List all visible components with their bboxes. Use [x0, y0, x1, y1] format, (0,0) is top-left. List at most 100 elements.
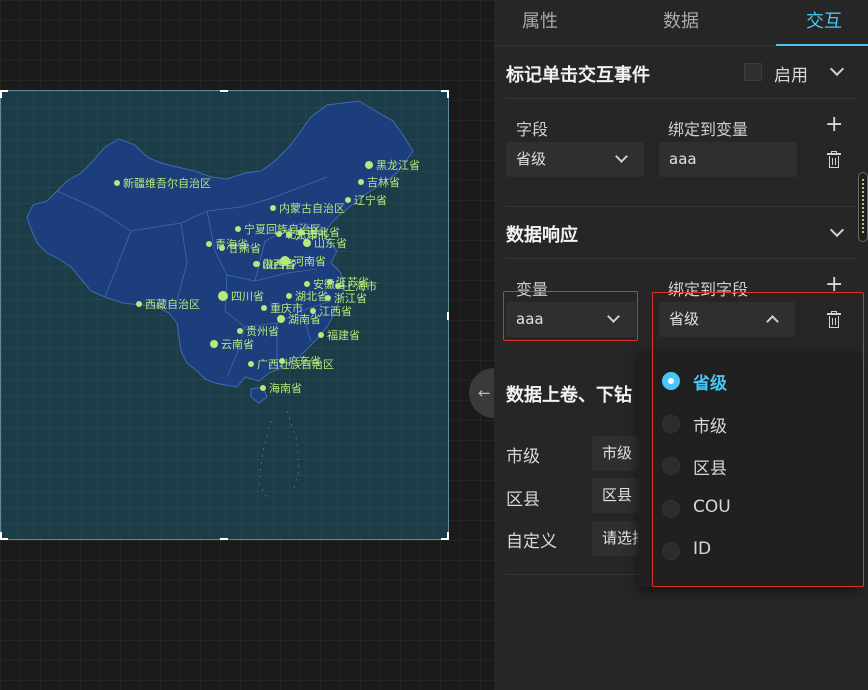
map-widget[interactable]: 黑龙江省吉林省辽宁省新疆维吾尔自治区内蒙古自治区宁夏回族自治区北京市天津市河北省…: [0, 90, 449, 540]
map-marker-label: 陕西省: [263, 257, 296, 271]
chevron-up-icon: [766, 315, 779, 328]
map-marker[interactable]: [279, 358, 285, 364]
map-marker-label: 黑龙江省: [376, 159, 420, 172]
map-marker[interactable]: [286, 293, 292, 299]
map-marker[interactable]: [260, 385, 266, 391]
bind-variable-header: 绑定到变量: [668, 120, 749, 139]
data-response-section-title: 数据响应: [506, 225, 578, 246]
map-marker[interactable]: [277, 315, 285, 323]
marker-field-select[interactable]: 省级: [506, 142, 644, 177]
chevron-down-icon: [607, 310, 620, 323]
panel-scrollbar[interactable]: [858, 172, 868, 242]
radio-icon: [662, 542, 680, 560]
map-marker[interactable]: [276, 231, 282, 237]
map-marker[interactable]: [210, 340, 218, 348]
dropdown-option-label: ID: [693, 539, 712, 559]
map-marker[interactable]: [261, 305, 267, 311]
map-marker-label: 云南省: [221, 338, 254, 351]
resize-handle-bottom-right[interactable]: [441, 532, 449, 540]
radio-selected-icon: [662, 372, 680, 390]
map-marker[interactable]: [286, 232, 292, 238]
map-marker-label: 江西省: [319, 305, 352, 318]
tab-data[interactable]: 数据: [663, 0, 699, 46]
chevron-down-icon[interactable]: [829, 61, 845, 77]
marker-variable-value: aaa: [669, 150, 697, 168]
trash-icon[interactable]: [827, 151, 841, 168]
map-marker[interactable]: [310, 308, 316, 314]
active-tab-indicator: [776, 44, 868, 46]
drill-section-title: 数据上卷、下钻: [506, 385, 632, 406]
drill-select-city-value: 市级: [602, 444, 633, 462]
dropdown-option-label: COU: [693, 497, 731, 517]
map-marker-label: 上海市: [344, 279, 377, 293]
response-variable-value: aaa: [516, 310, 544, 328]
map-marker[interactable]: [365, 161, 373, 169]
enable-checkbox[interactable]: [744, 63, 762, 81]
field-header: 字段: [516, 120, 549, 139]
map-marker[interactable]: [304, 281, 310, 287]
resize-handle-bottom[interactable]: [220, 538, 228, 540]
map-marker-label: 安徽省: [313, 277, 346, 291]
resize-handle-bottom-left[interactable]: [0, 532, 8, 540]
tab-properties[interactable]: 属性: [522, 0, 558, 46]
map-marker-label: 新疆维吾尔自治区: [123, 176, 211, 190]
resize-handle-top-left[interactable]: [0, 90, 8, 98]
trash-icon[interactable]: [827, 311, 841, 328]
dropdown-option-label: 区县: [693, 459, 727, 479]
variable-header: 变量: [516, 280, 549, 299]
drill-label-city: 市级: [506, 447, 540, 467]
resize-handle-top[interactable]: [220, 90, 228, 92]
resize-handle-top-right[interactable]: [441, 90, 449, 98]
properties-panel: 属性 数据 交互 标记单击交互事件 启用 字段 绑定到变量 + 省级 aaa 数…: [494, 0, 868, 690]
map-marker-label: 河南省: [293, 255, 326, 268]
dropdown-option[interactable]: 省级: [638, 360, 860, 402]
map-marker[interactable]: [318, 332, 324, 338]
section-divider: [506, 206, 856, 207]
map-marker-label: 山东省: [314, 237, 347, 250]
map-marker-label: 西藏自治区: [145, 297, 200, 311]
map-marker-label: 四川省: [231, 290, 264, 303]
tab-interaction[interactable]: 交互: [806, 0, 842, 46]
dropdown-option[interactable]: 区县: [638, 445, 860, 487]
dropdown-option[interactable]: ID: [638, 530, 860, 572]
map-marker[interactable]: [358, 179, 364, 185]
field-dropdown-menu: 省级 市级 区县 COU ID: [638, 352, 860, 587]
map-marker[interactable]: [280, 256, 290, 266]
map-marker[interactable]: [254, 261, 260, 267]
enable-label[interactable]: 启用: [774, 61, 808, 86]
map-marker-label: 湖北省: [295, 290, 328, 303]
marker-variable-input[interactable]: aaa: [659, 142, 797, 177]
marker-click-section-title: 标记单击交互事件: [506, 65, 650, 86]
map-marker[interactable]: [206, 241, 212, 247]
map-marker-label: 辽宁省: [354, 193, 387, 207]
map-marker-label: 甘肃省: [228, 242, 261, 255]
response-field-value: 省级: [669, 310, 700, 328]
dropdown-option[interactable]: 市级: [638, 403, 860, 445]
dropdown-option[interactable]: COU: [638, 488, 860, 530]
response-variable-select[interactable]: aaa: [506, 302, 636, 337]
response-field-select[interactable]: 省级: [659, 302, 795, 337]
radio-icon: [662, 457, 680, 475]
resize-handle-right[interactable]: [447, 312, 449, 320]
map-marker[interactable]: [218, 291, 228, 301]
map-marker[interactable]: [248, 361, 254, 367]
add-binding-icon[interactable]: +: [825, 114, 843, 136]
map-marker[interactable]: [136, 301, 142, 307]
radio-icon: [662, 415, 680, 433]
panel-tabs: 属性 数据 交互: [494, 0, 868, 46]
map-marker-label: 贵州省: [246, 325, 279, 338]
map-marker[interactable]: [335, 283, 341, 289]
map-marker[interactable]: [270, 205, 276, 211]
chevron-down-icon[interactable]: [829, 222, 845, 238]
map-marker[interactable]: [235, 226, 241, 232]
map-marker[interactable]: [303, 239, 311, 247]
bind-field-header: 绑定到字段: [668, 280, 749, 299]
map-marker[interactable]: [237, 328, 243, 334]
map-marker[interactable]: [114, 180, 120, 186]
map-marker[interactable]: [345, 197, 351, 203]
map-marker-label: 吉林省: [367, 175, 400, 189]
add-response-icon[interactable]: +: [825, 274, 843, 296]
map-marker[interactable]: [298, 229, 304, 235]
china-map[interactable]: 黑龙江省吉林省辽宁省新疆维吾尔自治区内蒙古自治区宁夏回族自治区北京市天津市河北省…: [1, 91, 450, 541]
map-marker[interactable]: [219, 245, 225, 251]
